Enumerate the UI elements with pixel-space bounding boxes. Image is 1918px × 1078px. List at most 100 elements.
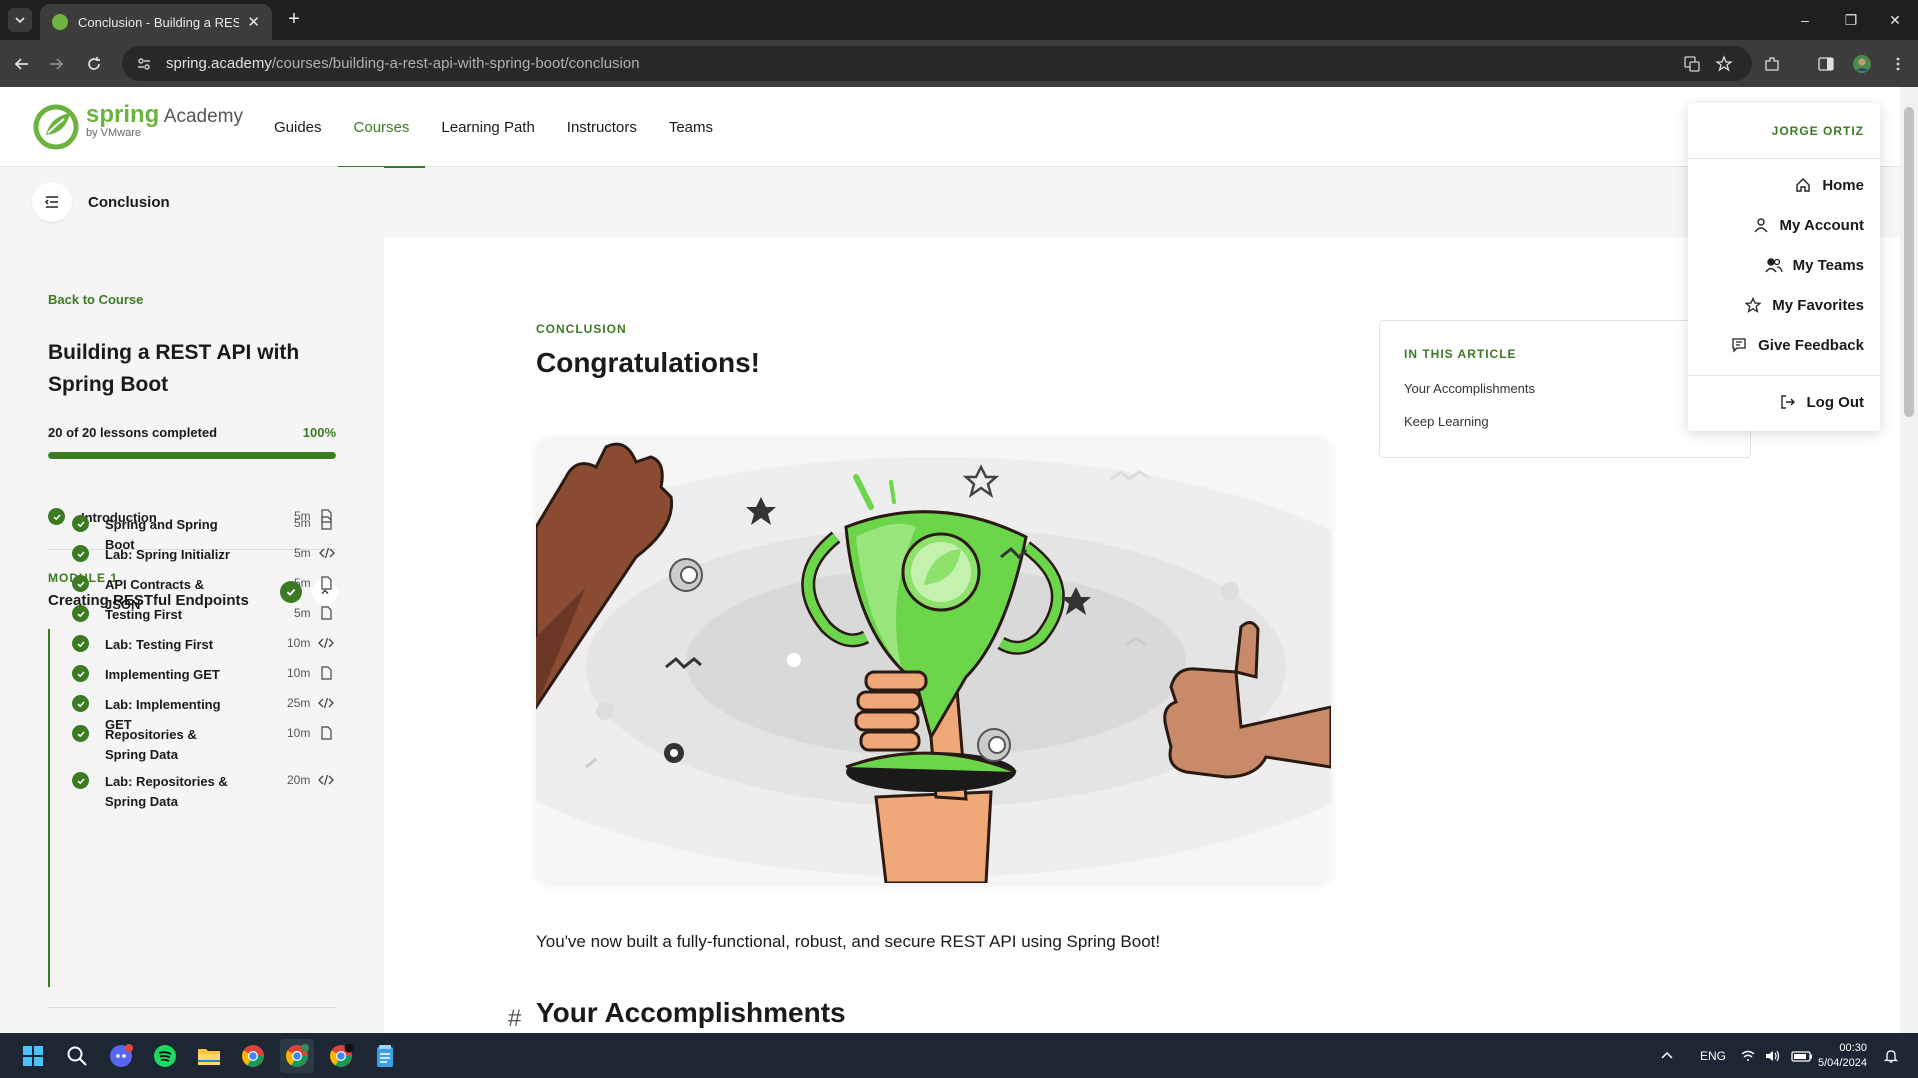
- language-indicator[interactable]: ENG: [1700, 1033, 1726, 1078]
- check-circle-icon: [72, 772, 89, 789]
- taskbar-search-button[interactable]: [60, 1039, 94, 1073]
- menu-item-give-feedback[interactable]: Give Feedback: [1730, 336, 1864, 354]
- lesson-duration: 5m: [294, 576, 311, 590]
- menu-item-my-teams[interactable]: My Teams: [1765, 256, 1864, 274]
- module-lesson-item[interactable]: Lab: Repositories & Spring Data: [72, 772, 237, 812]
- tab-close-button[interactable]: ✕: [247, 13, 260, 31]
- team-icon: [1765, 256, 1783, 274]
- notifications-button[interactable]: [1884, 1033, 1898, 1078]
- scrollbar-thumb[interactable]: [1904, 107, 1914, 417]
- star-icon: [1715, 55, 1733, 72]
- taskbar-chrome[interactable]: [236, 1039, 270, 1073]
- lesson-duration: 5m: [294, 606, 311, 620]
- code-icon: [318, 772, 335, 788]
- nav-learning-path[interactable]: Learning Path: [425, 87, 550, 167]
- menu-item-my-favorites[interactable]: My Favorites: [1744, 296, 1864, 314]
- minimize-button[interactable]: –: [1782, 0, 1828, 40]
- check-circle-icon: [72, 695, 89, 712]
- toggle-sidebar-button[interactable]: [32, 182, 72, 222]
- tab-search-button[interactable]: [8, 8, 32, 32]
- logo-academy: Academy: [163, 106, 243, 127]
- lesson-meta: 25m: [287, 695, 335, 711]
- menu-item-label: My Favorites: [1772, 296, 1864, 314]
- tray-overflow-button[interactable]: [1660, 1033, 1674, 1078]
- lesson-duration: 5m: [294, 546, 311, 560]
- network-volume-battery[interactable]: [1740, 1033, 1816, 1078]
- check-circle-icon: [72, 635, 89, 652]
- back-to-course-link[interactable]: Back to Course: [48, 292, 143, 307]
- url-host: spring.academy: [166, 55, 272, 72]
- menu-item-home[interactable]: Home: [1794, 176, 1864, 194]
- check-circle-icon: [72, 605, 89, 622]
- spring-academy-logo[interactable]: spring Academy by VMware: [32, 103, 243, 151]
- clock-time: 00:30: [1839, 1042, 1867, 1054]
- menu-item-label: My Account: [1779, 216, 1864, 234]
- user-name[interactable]: JORGE ORTIZ: [1772, 124, 1864, 138]
- trophy-illustration: [536, 437, 1331, 883]
- lesson-meta: 10m: [287, 635, 335, 651]
- discord-icon: [110, 1044, 133, 1067]
- taskbar-chrome-active[interactable]: [280, 1039, 314, 1073]
- url-text: spring.academy/courses/building-a-rest-a…: [166, 55, 640, 72]
- bookmark-button[interactable]: [1710, 50, 1738, 78]
- chevron-up-icon: [1661, 1051, 1673, 1059]
- lesson-meta: 5m: [294, 575, 335, 591]
- module-lesson-item[interactable]: Implementing GET: [72, 665, 237, 685]
- check-circle-icon: [72, 575, 89, 592]
- puzzle-icon: [1765, 57, 1779, 71]
- check-circle-icon: [72, 515, 89, 532]
- favicon-icon: [52, 14, 68, 30]
- lesson-label: Lab: Testing First: [105, 637, 214, 652]
- forward-button[interactable]: [42, 50, 70, 78]
- page-title: Congratulations!: [536, 347, 760, 378]
- divider: [48, 1007, 336, 1008]
- arrow-right-icon: [50, 58, 64, 70]
- module-lesson-item[interactable]: Repositories & Spring Data: [72, 725, 237, 765]
- lesson-meta: 5m: [294, 605, 335, 621]
- new-tab-button[interactable]: +: [282, 8, 306, 32]
- module-lesson-item[interactable]: Lab: Testing First: [72, 635, 237, 655]
- taskbar-spotify[interactable]: [148, 1039, 182, 1073]
- taskbar-discord[interactable]: [104, 1039, 138, 1073]
- menu-item-my-account[interactable]: My Account: [1752, 216, 1864, 234]
- side-panel-button[interactable]: [1812, 50, 1840, 78]
- toc-link[interactable]: Keep Learning: [1404, 414, 1489, 429]
- page-scrollbar[interactable]: [1900, 87, 1918, 1033]
- divider: [1688, 375, 1880, 376]
- lesson-label: Implementing GET: [105, 667, 220, 682]
- section-label: CONCLUSION: [536, 322, 627, 336]
- nav-teams[interactable]: Teams: [653, 87, 729, 167]
- module-lesson-item[interactable]: Testing First: [72, 605, 237, 625]
- url-path: /courses/building-a-rest-api-with-spring…: [271, 55, 640, 72]
- heading-anchor[interactable]: #: [508, 1005, 521, 1033]
- site-header: spring Academy by VMware Guides Courses …: [0, 87, 1900, 168]
- nav-courses[interactable]: Courses: [337, 87, 426, 168]
- notepad-icon: [377, 1045, 393, 1067]
- nav-instructors[interactable]: Instructors: [551, 87, 653, 167]
- menu-item-log-out[interactable]: Log Out: [1779, 393, 1864, 411]
- system-clock[interactable]: 00:30 5/04/2024: [1818, 1041, 1867, 1071]
- taskbar-file-explorer[interactable]: [192, 1039, 226, 1073]
- taskbar-chrome-profile[interactable]: [324, 1039, 358, 1073]
- lesson-label: Lab: Spring Initializr: [105, 547, 230, 562]
- taskbar-notepad[interactable]: [368, 1039, 402, 1073]
- translate-button[interactable]: [1678, 50, 1706, 78]
- browser-tab-strip: Conclusion - Building a REST AP ✕ + – ❐ …: [0, 0, 1918, 40]
- restore-button[interactable]: ❐: [1828, 0, 1874, 40]
- chrome-menu-button[interactable]: [1884, 50, 1912, 78]
- module-lesson-item[interactable]: Lab: Spring Initializr: [72, 545, 237, 565]
- close-window-button[interactable]: ✕: [1872, 0, 1918, 40]
- extensions-button[interactable]: [1758, 50, 1786, 78]
- site-info-icon[interactable]: [136, 56, 152, 72]
- address-bar[interactable]: spring.academy/courses/building-a-rest-a…: [122, 46, 1752, 81]
- toc-link[interactable]: Your Accomplishments: [1404, 381, 1535, 396]
- document-icon: [318, 665, 334, 681]
- star-icon: [1744, 296, 1762, 314]
- lesson-meta: 5m: [294, 545, 335, 561]
- back-button[interactable]: [8, 50, 36, 78]
- windows-start-button[interactable]: [16, 1039, 50, 1073]
- reload-button[interactable]: [80, 50, 108, 78]
- profile-button[interactable]: [1848, 50, 1876, 78]
- nav-guides[interactable]: Guides: [258, 87, 338, 167]
- browser-tab[interactable]: Conclusion - Building a REST AP ✕: [40, 4, 272, 40]
